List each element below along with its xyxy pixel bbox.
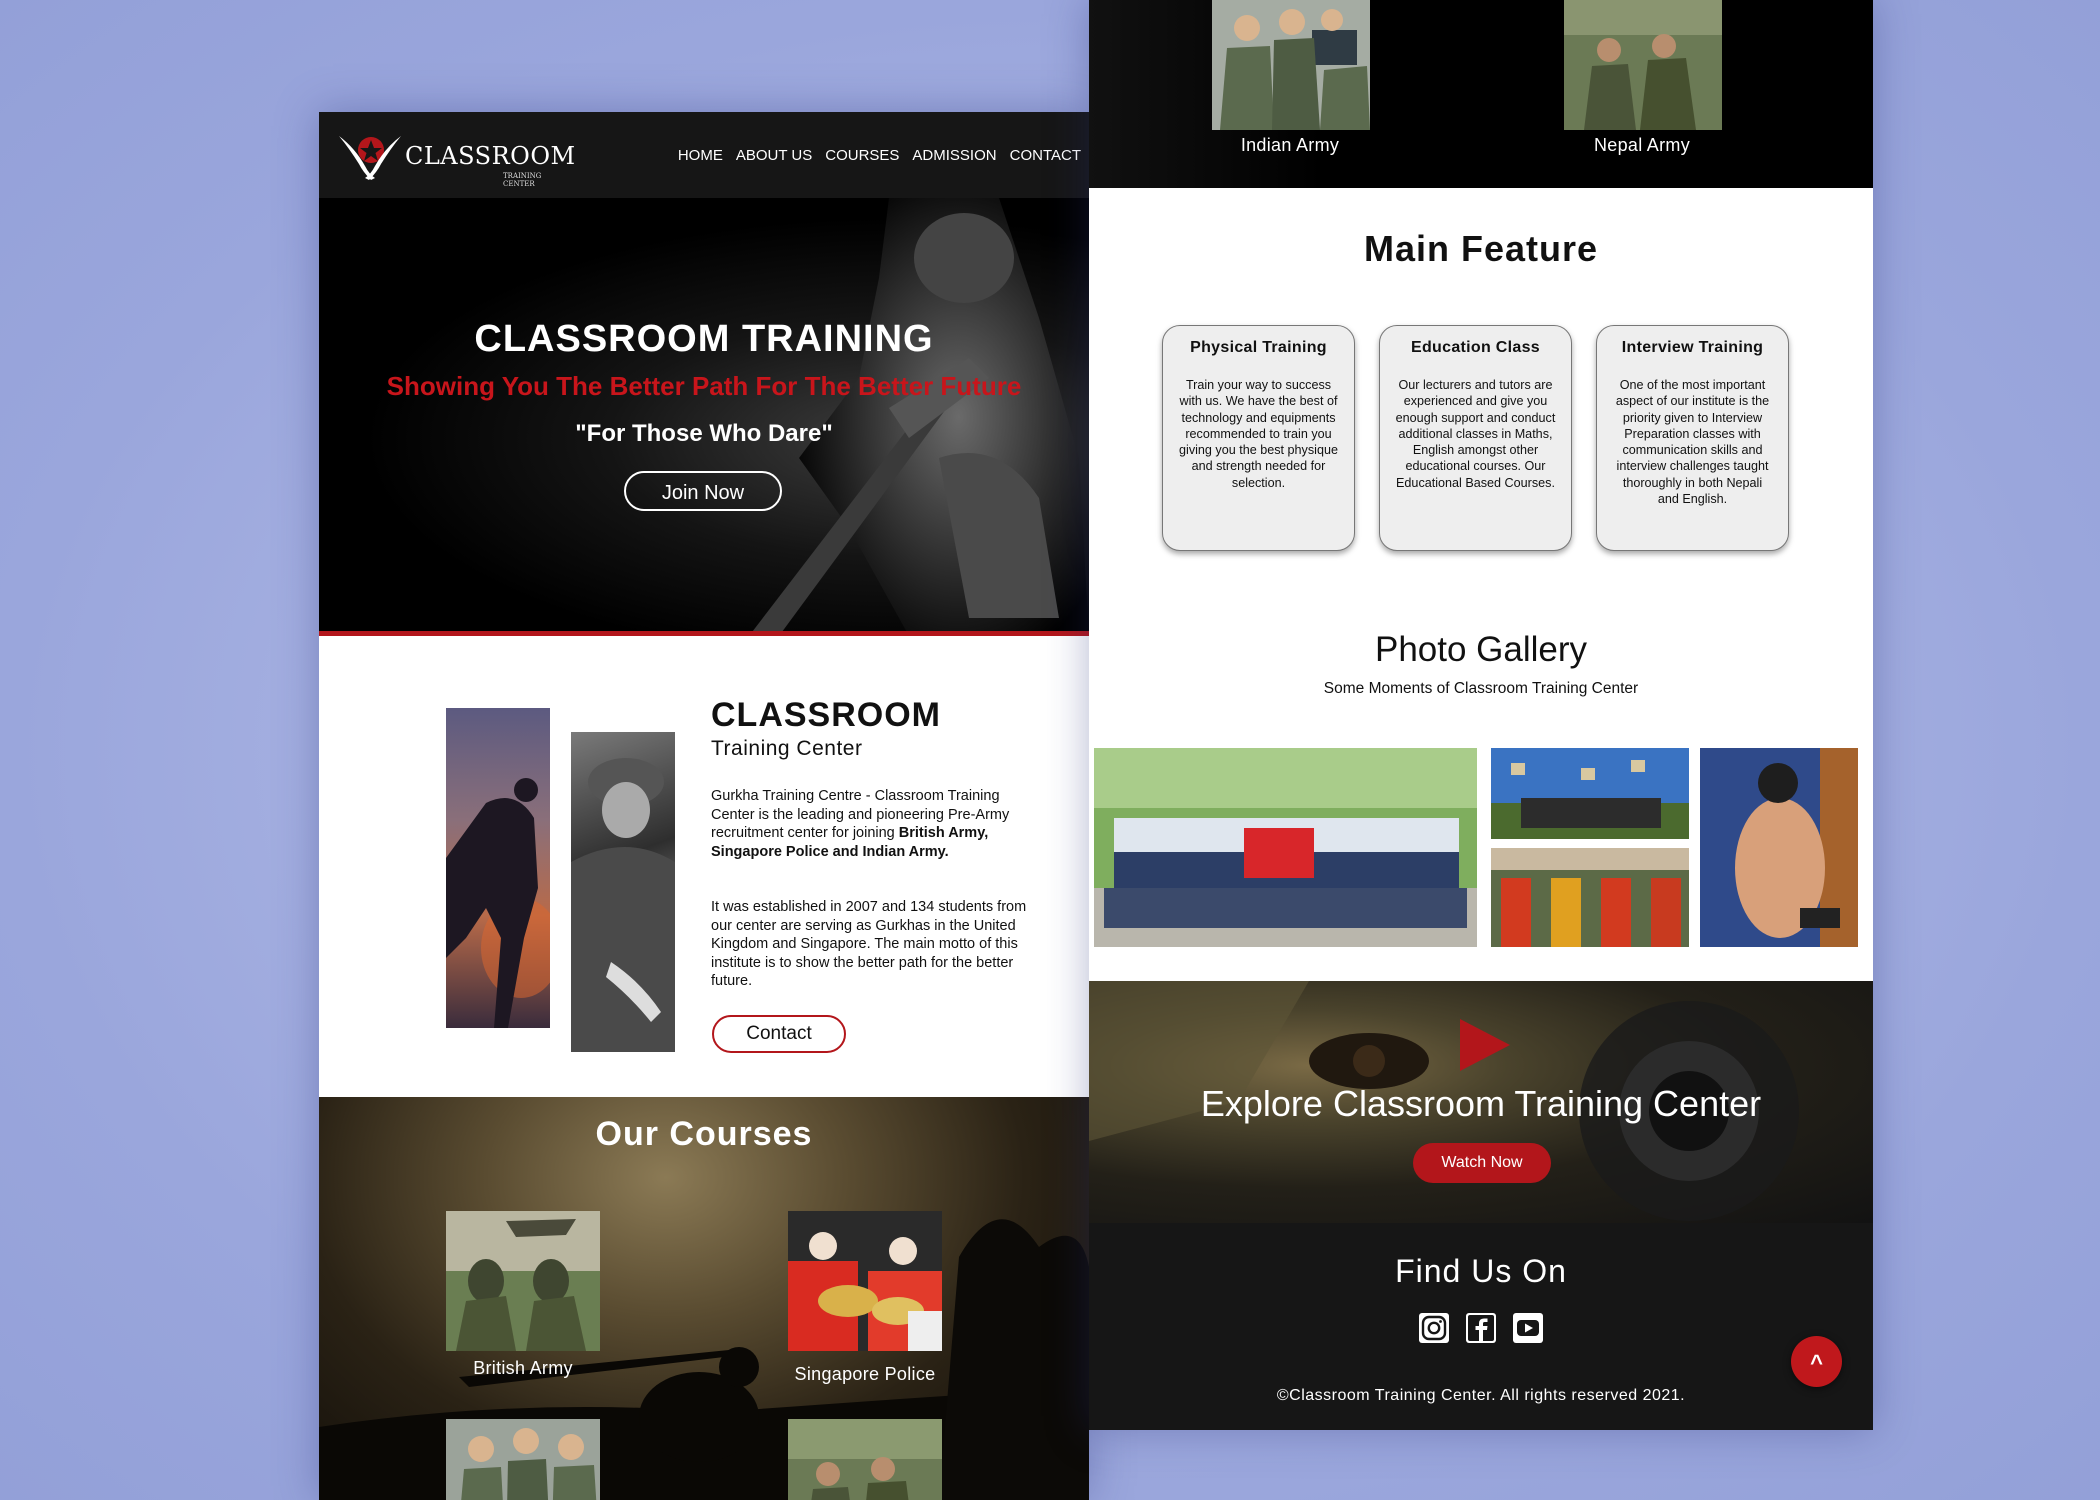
feature-card-text: One of the most important aspect of our … [1615,378,1770,507]
facebook-icon[interactable] [1466,1313,1496,1343]
logo-wordmark: CLASSROOM [405,142,576,170]
feature-card-interview-training: Interview Training One of the most impor… [1596,325,1789,551]
nepal-army-label[interactable]: Nepal Army [1542,135,1742,156]
feature-card-education-class: Education Class Our lecturers and tutors… [1379,325,1572,551]
army-courses-band: Indian Army Nepal Army [1089,0,1873,188]
course-singapore-police-label[interactable]: Singapore Police [765,1364,965,1385]
courses-title: Our Courses [595,1115,813,1153]
nav-admission[interactable]: ADMISSION [912,147,996,164]
about-paragraph-2: It was established in 2007 and 134 stude… [711,899,1027,989]
nav-courses[interactable]: COURSES [825,147,899,164]
course-singapore-police-image[interactable] [788,1211,942,1351]
nav-menu: HOME ABOUT US COURSES ADMISSION CONTACT [678,147,1081,164]
course-british-army-label[interactable]: British Army [423,1358,623,1379]
feature-card-physical-training: Physical Training Train your way to succ… [1162,325,1355,551]
nav-about-us[interactable]: ABOUT US [736,147,812,164]
join-now-button[interactable]: Join Now [624,471,782,511]
gallery-fitness-photo[interactable] [1700,748,1858,947]
sniper-silhouette-image [319,1219,1089,1500]
nepal-army-image[interactable] [1564,0,1722,130]
gallery-cadets-photo[interactable] [1491,848,1689,947]
explore-video-section: Explore Classroom Training Center Watch … [1089,981,1873,1223]
hero-accent-bar [319,631,1089,636]
gallery-celebration-photo[interactable] [1491,748,1689,839]
copyright-text: ©Classroom Training Center. All rights r… [1276,1387,1686,1404]
hero-tagline: Showing You The Better Path For The Bett… [386,371,1022,401]
soldier-with-rifle-image [749,198,1089,636]
main-feature-title: Main Feature [1363,228,1599,269]
logo-subtitle: TRAINING CENTER [503,172,542,188]
soldier-portrait-image [571,732,675,1052]
about-subtitle: Training Center [711,737,863,760]
navbar: CLASSROOM TRAINING CENTER HOME ABOUT US … [319,112,1089,198]
gallery-group-photo[interactable] [1094,748,1477,947]
hero-motto: "For Those Who Dare" [575,420,833,447]
course-british-army-image[interactable] [446,1211,600,1351]
watch-now-button[interactable]: Watch Now [1413,1143,1551,1183]
indian-army-label[interactable]: Indian Army [1190,135,1390,156]
feature-card-text: Train your way to success with us. We ha… [1179,378,1338,490]
feature-card-title: Education Class [1411,339,1540,356]
indian-army-image[interactable] [1212,0,1370,130]
feature-card-title: Physical Training [1190,339,1327,356]
crossed-khukuri-logo-icon [339,136,401,180]
back-to-top-button[interactable]: ^ [1791,1336,1842,1387]
photo-gallery-title: Photo Gallery [1374,630,1588,669]
course-nepal-army-image[interactable] [788,1419,942,1500]
nav-contact[interactable]: CONTACT [1010,147,1081,164]
courses-section: Our Courses British Army Singapore Polic… [319,1097,1089,1500]
instagram-icon[interactable] [1419,1313,1449,1343]
about-paragraph-1: Gurkha Training Centre - Classroom Train… [711,787,1041,861]
explore-title: Explore Classroom Training Center [1200,1083,1762,1124]
nav-home[interactable]: HOME [678,147,723,164]
hero-title: CLASSROOM TRAINING [474,318,934,360]
homepage-mockup-top: CLASSROOM TRAINING CENTER HOME ABOUT US … [319,112,1089,1500]
site-logo[interactable]: CLASSROOM TRAINING CENTER [335,128,575,188]
feature-card-text: Our lecturers and tutors are experienced… [1395,378,1556,490]
play-video-icon[interactable] [1460,1019,1510,1071]
running-soldier-image [446,708,550,1028]
hero-section: CLASSROOM TRAINING Showing You The Bette… [319,198,1089,636]
about-title: CLASSROOM [711,696,941,734]
photo-gallery-subtitle: Some Moments of Classroom Training Cente… [1323,680,1639,697]
homepage-mockup-bottom: Indian Army Nepal Army Main Feature Phys… [1089,0,1873,1430]
footer-title: Find Us On [1395,1253,1567,1289]
contact-button[interactable]: Contact [712,1015,846,1053]
course-indian-army-image[interactable] [446,1419,600,1500]
footer: Find Us On ©Classroom Training Center. A… [1089,1223,1873,1430]
youtube-icon[interactable] [1513,1313,1543,1343]
feature-card-title: Interview Training [1621,339,1764,356]
